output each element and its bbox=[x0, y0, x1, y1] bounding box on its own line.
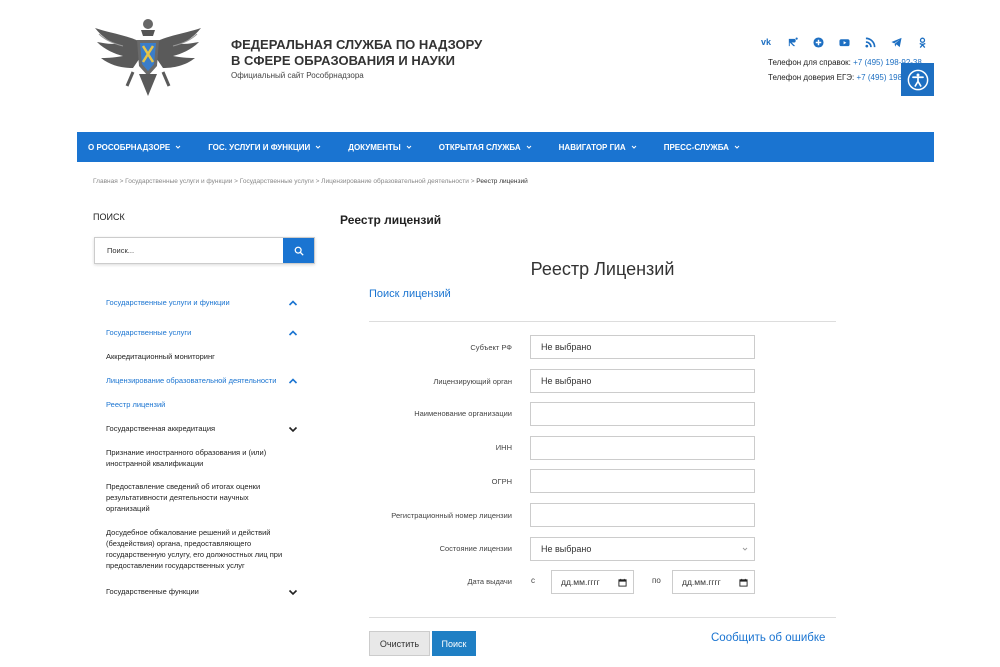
ogrn-field[interactable] bbox=[530, 469, 755, 493]
nav-item-open-service[interactable]: ОТКРЫТАЯ СЛУЖБА bbox=[439, 143, 532, 152]
ogrn-label: ОГРН bbox=[491, 477, 512, 486]
nav-item-services[interactable]: ГОС. УСЛУГИ И ФУНКЦИИ bbox=[208, 143, 321, 152]
breadcrumb-services-functions[interactable]: Государственные услуги и функции bbox=[125, 178, 232, 185]
breadcrumb: Главная > Государственные услуги и функц… bbox=[93, 178, 528, 185]
search-button[interactable]: Поиск bbox=[432, 631, 476, 656]
report-error-link[interactable]: Сообщить об ошибке bbox=[711, 632, 825, 644]
sidebar-item-research-results[interactable]: Предоставление сведений об итогах оценки… bbox=[106, 481, 278, 514]
rosobrnadzor-logo[interactable] bbox=[93, 16, 203, 100]
sidebar-item-monitoring[interactable]: Аккредитационный мониторинг bbox=[106, 351, 286, 362]
calendar-icon[interactable] bbox=[739, 578, 748, 587]
nav-item-documents[interactable]: ДОКУМЕНТЫ bbox=[348, 143, 412, 152]
divider bbox=[369, 321, 836, 322]
inn-label: ИНН bbox=[495, 443, 512, 452]
divider bbox=[369, 617, 836, 618]
sidebar-item-license-registry[interactable]: Реестр лицензий bbox=[106, 399, 286, 410]
rss-icon[interactable] bbox=[857, 35, 883, 49]
page-title: Реестр лицензий bbox=[340, 213, 442, 227]
license-status-label: Состояние лицензии bbox=[439, 544, 512, 553]
sidebar-item-foreign-education[interactable]: Признание иностранного образования и (ил… bbox=[106, 447, 278, 469]
social-links: vk bbox=[753, 35, 935, 49]
chevron-up-icon[interactable] bbox=[288, 377, 298, 385]
breadcrumb-services[interactable]: Государственные услуги bbox=[240, 178, 314, 185]
date-from-input[interactable]: дд.мм.гггг bbox=[551, 570, 634, 594]
license-status-select[interactable]: Не выбрано bbox=[530, 537, 755, 561]
accessibility-button[interactable] bbox=[901, 63, 934, 96]
issue-date-label: Дата выдачи bbox=[467, 577, 512, 586]
sidebar-item-accreditation[interactable]: Государственная аккредитация bbox=[106, 423, 286, 434]
ok-plus-icon[interactable] bbox=[805, 35, 831, 49]
reg-number-label: Регистрационный номер лицензии bbox=[391, 511, 512, 520]
inn-field[interactable] bbox=[530, 436, 755, 460]
chevron-down-icon bbox=[175, 145, 181, 149]
telegram-icon[interactable] bbox=[883, 35, 909, 49]
sidebar-item-pretrial-appeal[interactable]: Досудебное обжалование решений и действи… bbox=[106, 527, 288, 571]
subject-label: Субъект РФ bbox=[470, 343, 512, 352]
nav-item-press[interactable]: ПРЕСС-СЛУЖБА bbox=[664, 143, 740, 152]
odnoklassniki-icon[interactable] bbox=[909, 35, 935, 49]
org-name-field[interactable] bbox=[530, 402, 755, 426]
sidebar-item-services-functions[interactable]: Государственные услуги и функции bbox=[106, 297, 286, 308]
date-to-label: по bbox=[652, 576, 661, 585]
chevron-down-icon[interactable] bbox=[288, 588, 298, 596]
chevron-up-icon[interactable] bbox=[288, 329, 298, 337]
breadcrumb-current: Реестр лицензий bbox=[476, 178, 528, 185]
sidebar-search-button[interactable] bbox=[283, 238, 314, 263]
calendar-icon[interactable] bbox=[618, 578, 627, 587]
chevron-down-icon bbox=[406, 145, 412, 149]
chevron-down-icon[interactable] bbox=[288, 425, 298, 433]
chevron-down-icon bbox=[631, 145, 637, 149]
org-subtitle: Официальный сайт Рособрнадзора bbox=[231, 71, 364, 80]
chevron-down-icon bbox=[315, 145, 321, 149]
nav-item-about[interactable]: О РОСОБРНАДЗОРЕ bbox=[88, 143, 181, 152]
clear-button[interactable]: Очистить bbox=[369, 631, 430, 656]
licensing-authority-field[interactable]: Не выбрано bbox=[530, 369, 755, 393]
subject-field[interactable]: Не выбрано bbox=[530, 335, 755, 359]
trust-phone-line: Телефон доверия ЕГЭ: +7 (495) 198-9 bbox=[768, 73, 910, 82]
phone-line: Телефон для справок: +7 (495) 198-92-38 bbox=[768, 58, 922, 67]
form-title: Реестр Лицензий bbox=[530, 259, 675, 279]
youtube-icon[interactable] bbox=[831, 35, 857, 49]
org-title: ФЕДЕРАЛЬНАЯ СЛУЖБА ПО НАДЗОРУ В СФЕРЕ ОБ… bbox=[231, 37, 483, 68]
sidebar-item-services[interactable]: Государственные услуги bbox=[106, 327, 286, 338]
breadcrumb-home[interactable]: Главная bbox=[93, 178, 118, 185]
org-name-label: Наименование организации bbox=[414, 409, 512, 418]
sidebar-search-title: ПОИСК bbox=[93, 212, 125, 222]
chevron-down-icon bbox=[526, 145, 532, 149]
accessibility-icon bbox=[907, 69, 928, 90]
chevron-down-icon bbox=[742, 547, 748, 551]
chevron-down-icon bbox=[734, 145, 740, 149]
chevron-up-icon[interactable] bbox=[288, 299, 298, 307]
sidebar-search bbox=[94, 237, 315, 264]
nav-item-gia-navigator[interactable]: НАВИГАТОР ГИА bbox=[559, 143, 637, 152]
main-nav: О РОСОБРНАДЗОРЕ ГОС. УСЛУГИ И ФУНКЦИИ ДО… bbox=[77, 132, 934, 162]
license-search-link[interactable]: Поиск лицензий bbox=[369, 288, 451, 300]
licensing-authority-label: Лицензирующий орган bbox=[433, 377, 512, 386]
sidebar-item-functions[interactable]: Государственные функции bbox=[106, 586, 286, 597]
date-to-input[interactable]: дд.мм.гггг bbox=[672, 570, 755, 594]
sidebar-item-licensing[interactable]: Лицензирование образовательной деятельно… bbox=[106, 375, 292, 386]
vk-icon[interactable]: vk bbox=[753, 35, 779, 49]
reg-number-field[interactable] bbox=[530, 503, 755, 527]
search-icon bbox=[294, 246, 304, 256]
breadcrumb-licensing[interactable]: Лицензирование образовательной деятельно… bbox=[321, 178, 469, 185]
sidebar-search-input[interactable] bbox=[95, 238, 285, 263]
rutube-icon[interactable] bbox=[779, 35, 805, 49]
date-from-label: с bbox=[531, 576, 535, 585]
